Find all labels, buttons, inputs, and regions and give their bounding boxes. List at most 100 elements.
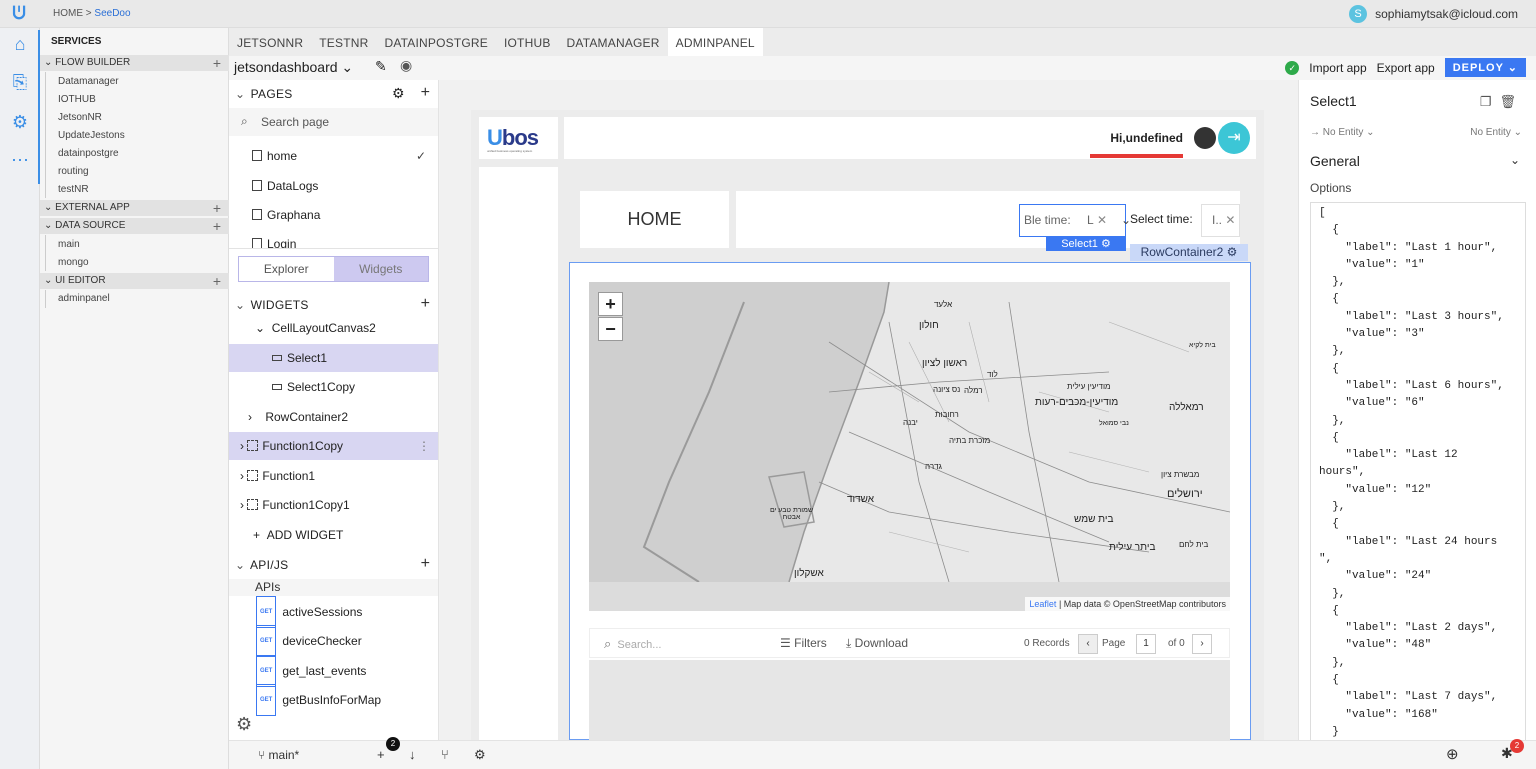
- next-page-button[interactable]: ›: [1192, 634, 1212, 654]
- avatar[interactable]: S: [1349, 5, 1368, 23]
- pencil-icon[interactable]: ✎: [375, 58, 387, 75]
- rowcontainer2-tag[interactable]: RowContainer2 ⚙: [1130, 244, 1248, 261]
- user-menu[interactable]: S sophiamytsak@icloud.com: [1349, 5, 1518, 23]
- prev-page-button[interactable]: ‹: [1078, 634, 1098, 654]
- section-ui-editor[interactable]: ⌄ UI EDITOR +: [40, 273, 229, 289]
- copy-icon[interactable]: ❐: [1480, 94, 1500, 109]
- commit-icon[interactable]: +: [377, 747, 385, 762]
- widget-item[interactable]: › Function1: [229, 462, 438, 490]
- gear-icon[interactable]: ⚙: [392, 85, 405, 102]
- service-item[interactable]: routing: [58, 166, 89, 177]
- pull-icon[interactable]: ↓: [409, 747, 416, 762]
- service-item[interactable]: main: [58, 239, 80, 250]
- pages-header[interactable]: ⌄ PAGES: [235, 87, 293, 101]
- add-page-icon[interactable]: +: [421, 84, 430, 102]
- entity-selector-left[interactable]: → No Entity ⌄: [1310, 127, 1375, 138]
- api-item[interactable]: GET get_last_events: [229, 655, 438, 687]
- select1-tag[interactable]: Select1 ⚙: [1046, 237, 1126, 251]
- add-widget-icon[interactable]: +: [421, 295, 430, 313]
- add-icon[interactable]: +: [213, 273, 221, 289]
- select2-dropdown[interactable]: I.. ✕: [1201, 204, 1240, 237]
- api-item[interactable]: GET getBusInfoForMap: [229, 684, 438, 716]
- logout-icon[interactable]: ⇥: [1218, 122, 1250, 154]
- table-search[interactable]: ⌕ Search...: [604, 636, 661, 652]
- map-widget[interactable]: + − אלעד חולון ראשון לציון רמלה לוד נס צ…: [589, 282, 1230, 611]
- section-flow-builder[interactable]: ⌄ FLOW BUILDER +: [40, 55, 229, 71]
- add-icon[interactable]: +: [213, 218, 221, 234]
- user-avatar[interactable]: [1194, 127, 1216, 149]
- page-search[interactable]: ⌕ Search page: [229, 108, 438, 136]
- download-button[interactable]: ⤓ Download: [846, 636, 908, 651]
- widget-item[interactable]: Select1Copy: [229, 373, 438, 401]
- select1-dropdown[interactable]: Ble time: L ✕ ⌄: [1019, 204, 1131, 237]
- add-circle-icon[interactable]: ⊕: [1446, 745, 1459, 763]
- merge-icon[interactable]: ⑂: [441, 747, 449, 762]
- breadcrumb-current[interactable]: SeeDoo: [94, 8, 130, 19]
- general-section[interactable]: General: [1310, 153, 1360, 169]
- add-widget-button[interactable]: + ADD WIDGET: [229, 521, 438, 549]
- more-icon[interactable]: ⋯: [8, 148, 32, 172]
- service-item[interactable]: testNR: [58, 184, 89, 195]
- tab-jetsonnr[interactable]: JETSONNR: [229, 28, 311, 58]
- clear-icon[interactable]: ✕: [1097, 205, 1107, 236]
- widget-item-selected[interactable]: Select1: [229, 344, 438, 372]
- zoom-out-button[interactable]: −: [598, 317, 623, 341]
- service-item[interactable]: UpdateJestons: [58, 130, 125, 141]
- options-editor[interactable]: [ { "label": "Last 1 hour", "value": "1"…: [1310, 202, 1526, 742]
- page-item[interactable]: Graphana: [229, 201, 438, 229]
- page-item-home[interactable]: home ✓: [229, 142, 438, 170]
- api-item[interactable]: GET activeSessions: [229, 596, 438, 628]
- page-item[interactable]: Login: [229, 230, 438, 248]
- export-icon[interactable]: ⎘: [8, 70, 32, 94]
- widgets-header[interactable]: ⌄ WIDGETS: [235, 298, 309, 312]
- filters-button[interactable]: ☰ Filters: [780, 636, 827, 650]
- tab-datamanager[interactable]: DATAMANAGER: [559, 28, 668, 58]
- page-item[interactable]: DataLogs: [229, 172, 438, 200]
- widget-item[interactable]: › Function1Copy1: [229, 491, 438, 519]
- entity-selector-right[interactable]: No Entity ⌄: [1470, 127, 1522, 138]
- service-item[interactable]: adminpanel: [58, 293, 110, 304]
- trash-icon[interactable]: 🗑: [1499, 94, 1524, 109]
- explorer-tab[interactable]: Explorer: [239, 257, 334, 281]
- section-external-app[interactable]: ⌄ EXTERNAL APP +: [40, 200, 229, 216]
- home-icon[interactable]: ⌂: [8, 32, 32, 56]
- service-item[interactable]: IOTHUB: [58, 94, 96, 105]
- app-logo-icon[interactable]: ᕫ: [8, 3, 30, 23]
- eye-icon[interactable]: ◉: [400, 57, 412, 74]
- widget-item[interactable]: ⌄ CellLayoutCanvas2: [229, 314, 438, 342]
- add-icon[interactable]: +: [213, 55, 221, 71]
- zoom-in-button[interactable]: +: [598, 292, 623, 316]
- search-input[interactable]: Search page: [261, 115, 329, 129]
- add-api-icon[interactable]: +: [421, 555, 430, 573]
- gear-icon[interactable]: ⚙: [8, 110, 32, 134]
- service-item[interactable]: datainpostgre: [58, 148, 119, 159]
- deploy-button[interactable]: DEPLOY ⌄: [1444, 58, 1526, 77]
- widget-item-highlighted[interactable]: › Function1Copy ⋮: [229, 432, 438, 460]
- section-data-source[interactable]: ⌄ DATA SOURCE +: [40, 218, 229, 234]
- tab-iothub[interactable]: IOTHUB: [496, 28, 559, 58]
- leaflet-link[interactable]: Leaflet: [1029, 599, 1056, 609]
- options-json[interactable]: [ { "label": "Last 1 hour", "value": "1"…: [1311, 203, 1525, 741]
- export-app-button[interactable]: Export app: [1377, 61, 1435, 75]
- page-number-input[interactable]: 1: [1136, 634, 1156, 654]
- app-selector[interactable]: jetsondashboard ⌄: [234, 59, 353, 76]
- branch-selector[interactable]: ⑂ main*: [258, 748, 299, 762]
- service-item[interactable]: Datamanager: [58, 76, 119, 87]
- add-icon[interactable]: +: [213, 200, 221, 216]
- clear-icon[interactable]: ✕: [1225, 213, 1235, 227]
- breadcrumb-home[interactable]: HOME: [53, 8, 83, 19]
- more-icon[interactable]: ⋮: [418, 432, 430, 460]
- service-item[interactable]: mongo: [58, 257, 89, 268]
- table-search-input[interactable]: Search...: [617, 639, 661, 651]
- gear-icon[interactable]: ⚙: [474, 747, 486, 763]
- widget-item[interactable]: › RowContainer2: [229, 403, 438, 431]
- apijs-header[interactable]: ⌄ API/JS: [235, 558, 288, 572]
- settings-gear-icon[interactable]: ⚙: [236, 714, 252, 735]
- service-item[interactable]: JetsonNR: [58, 112, 102, 123]
- tab-datainpostgre[interactable]: DATAINPOSTGRE: [376, 28, 496, 58]
- widgets-tab[interactable]: Widgets: [333, 257, 428, 281]
- api-item[interactable]: GET deviceChecker: [229, 625, 438, 657]
- chevron-down-icon[interactable]: ⌄: [1510, 153, 1520, 167]
- tab-adminpanel[interactable]: ADMINPANEL: [667, 28, 763, 58]
- import-app-button[interactable]: Import app: [1309, 61, 1366, 75]
